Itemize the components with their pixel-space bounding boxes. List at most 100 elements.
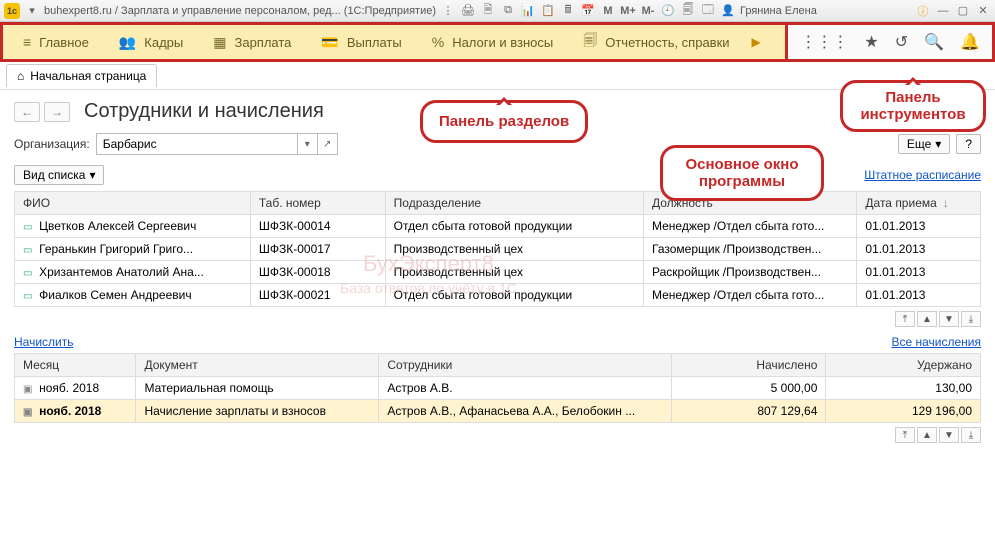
menu-icon: ≡: [23, 34, 31, 50]
minimize-icon[interactable]: —: [935, 3, 951, 19]
all-calc-link[interactable]: Все начисления: [891, 335, 981, 349]
m-plus-btn[interactable]: M+: [620, 3, 636, 19]
view-label: Вид списка: [23, 168, 85, 182]
nav-back-button[interactable]: ←: [14, 102, 40, 122]
section-salary[interactable]: ▦ Зарплата: [199, 30, 305, 55]
page-title: Сотрудники и начисления: [84, 100, 324, 123]
help-button[interactable]: ?: [956, 134, 981, 154]
section-hr[interactable]: 👥 Кадры: [105, 30, 197, 55]
scroll-bottom-button[interactable]: ⤓: [961, 311, 981, 327]
callout-main-text: Основное окно программы: [677, 156, 807, 190]
report-icon: 🗐: [583, 30, 597, 54]
combo-dropdown-icon[interactable]: ▾: [297, 134, 317, 154]
th-ded[interactable]: Удержано: [826, 354, 981, 377]
print-icon[interactable]: 🖨: [460, 3, 476, 19]
scroll-bottom-button[interactable]: ⤓: [961, 427, 981, 443]
section-label: Налоги и взносы: [452, 35, 553, 50]
grid-icon: ▦: [213, 34, 226, 51]
dropdown-icon[interactable]: ▾: [24, 3, 40, 19]
staff-schedule-link[interactable]: Штатное расписание: [864, 168, 981, 182]
calc-icon[interactable]: 🖩: [560, 3, 576, 19]
copy-icon[interactable]: 🗐: [680, 3, 696, 19]
section-main[interactable]: ≡ Главное: [9, 30, 103, 54]
content-area: ← → Сотрудники и начисления Организация:…: [0, 90, 995, 549]
th-date[interactable]: Дата приема↓: [857, 192, 981, 215]
table-row[interactable]: ▭ Фиалков Семен АндреевичШФЗК-00021Отдел…: [15, 284, 981, 307]
table-row[interactable]: ▣ нояб. 2018Начисление зарплаты и взносо…: [15, 400, 981, 423]
people-icon: 👥: [119, 34, 136, 51]
scroll-up-button[interactable]: ▲: [917, 311, 937, 327]
search-icon[interactable]: 🔍: [924, 32, 944, 52]
org-input[interactable]: [97, 134, 297, 154]
th-emp[interactable]: Сотрудники: [379, 354, 671, 377]
employees-table: ФИО Таб. номер Подразделение Должность Д…: [14, 191, 981, 307]
window-icon[interactable]: 🗔: [700, 3, 716, 19]
sort-desc-icon: ↓: [943, 196, 949, 210]
scroll-top-button[interactable]: ⤒: [895, 311, 915, 327]
home-icon: ⌂: [17, 69, 24, 83]
scroll-up-button[interactable]: ▲: [917, 427, 937, 443]
callout-tools: Панель инструментов: [840, 80, 986, 132]
th-tab[interactable]: Таб. номер: [250, 192, 385, 215]
section-payments[interactable]: 💳 Выплаты: [307, 30, 415, 55]
callout-tools-text: Панель инструментов: [853, 89, 973, 123]
scroll-down-button[interactable]: ▼: [939, 427, 959, 443]
row-status-icon: ▭: [23, 245, 32, 256]
nav-forward-button[interactable]: →: [44, 102, 70, 122]
th-fio[interactable]: ФИО: [15, 192, 251, 215]
table-row[interactable]: ▭ Геранькин Григорий Григо...ШФЗК-00017П…: [15, 238, 981, 261]
table-row[interactable]: ▭ Цветков Алексей СергеевичШФЗК-00014Отд…: [15, 215, 981, 238]
user-icon[interactable]: 👤: [720, 3, 736, 19]
user-name: Грянина Елена: [740, 5, 817, 17]
info-icon[interactable]: ⓘ: [915, 3, 931, 19]
section-reports[interactable]: 🗐Отчетность, справки: [569, 26, 743, 58]
m-minus-btn[interactable]: M-: [640, 3, 656, 19]
th-acc[interactable]: Начислено: [671, 354, 826, 377]
section-label: Кадры: [144, 35, 183, 50]
accruals-table: Месяц Документ Сотрудники Начислено Удер…: [14, 353, 981, 423]
close-icon[interactable]: ✕: [975, 3, 991, 19]
row-status-icon: ▭: [23, 291, 32, 302]
row-status-icon: ▭: [23, 268, 32, 279]
chevron-down-icon: ▾: [89, 168, 95, 182]
chart-icon[interactable]: 📊: [520, 3, 536, 19]
app-logo-icon: 1c: [4, 3, 20, 19]
more-sections-icon[interactable]: ▶: [752, 35, 761, 49]
bell-icon[interactable]: 🔔: [960, 32, 980, 52]
clipboard-icon[interactable]: 📋: [540, 3, 556, 19]
th-dep[interactable]: Подразделение: [385, 192, 643, 215]
section-label: Главное: [39, 35, 89, 50]
section-label: Выплаты: [347, 35, 402, 50]
m-btn[interactable]: M: [600, 3, 616, 19]
compare-icon[interactable]: ⧉: [500, 3, 516, 19]
scroll-down-button[interactable]: ▼: [939, 311, 959, 327]
section-label: Зарплата: [234, 35, 291, 50]
apps-icon[interactable]: ⋮⋮⋮: [800, 32, 848, 52]
table-row[interactable]: ▭ Хризантемов Анатолий Ана...ШФЗК-00018П…: [15, 261, 981, 284]
card-icon: 💳: [321, 34, 338, 51]
more-button[interactable]: Еще▾: [898, 134, 950, 154]
view-mode-button[interactable]: Вид списка ▾: [14, 165, 104, 185]
titlebar: 1c ▾ buhexpert8.ru / Зарплата и управлен…: [0, 0, 995, 22]
doc-status-icon: ▣: [23, 384, 32, 395]
table-row[interactable]: ▣ нояб. 2018Материальная помощьАстров А.…: [15, 377, 981, 400]
org-label: Организация:: [14, 137, 90, 151]
calculate-link[interactable]: Начислить: [14, 335, 73, 349]
th-doc[interactable]: Документ: [136, 354, 379, 377]
org-combo[interactable]: ▾ ↗: [96, 133, 338, 155]
callout-sections: Панель разделов: [420, 100, 588, 143]
star-icon[interactable]: ★: [864, 32, 878, 52]
window-title: buhexpert8.ru / Зарплата и управление пе…: [44, 5, 436, 17]
tab-home[interactable]: ⌂ Начальная страница: [6, 64, 157, 87]
tab-label: Начальная страница: [30, 69, 146, 83]
history-icon[interactable]: ↺: [895, 32, 908, 52]
section-taxes[interactable]: % Налоги и взносы: [418, 30, 568, 54]
calendar-icon[interactable]: 📅: [580, 3, 596, 19]
maximize-icon[interactable]: ▢: [955, 3, 971, 19]
clock-icon[interactable]: 🕘: [660, 3, 676, 19]
th-month[interactable]: Месяц: [15, 354, 136, 377]
scroll-top-button[interactable]: ⤒: [895, 427, 915, 443]
doc-icon[interactable]: 🗎: [480, 3, 496, 19]
percent-icon: %: [432, 34, 444, 50]
combo-open-icon[interactable]: ↗: [317, 134, 337, 154]
